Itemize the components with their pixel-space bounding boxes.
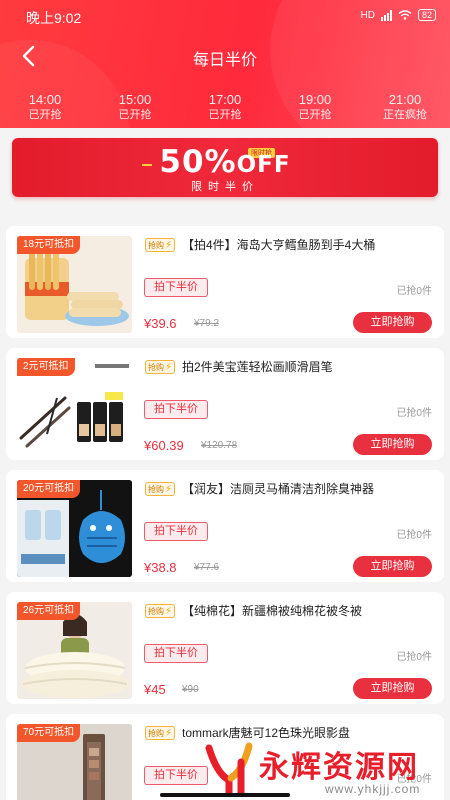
lightning-icon: ⚡ [165, 239, 173, 251]
grabbed-count: 已抢0件 [396, 286, 432, 297]
site-watermark: 永辉资源网 www.yhkjjj.com [195, 738, 450, 800]
lightning-icon: ⚡ [165, 605, 173, 617]
tab-1400[interactable]: 14:00 已开抢 [0, 92, 90, 123]
page-title: 每日半价 [192, 52, 257, 69]
promo-banner[interactable]: 限时抢 50%OFF 限时半价 [12, 138, 438, 197]
time-tabs: 14:00 已开抢 15:00 已开抢 17:00 已开抢 19:00 已开抢 21:0… [0, 92, 450, 123]
grabbed-count: 已抢0件 [396, 530, 432, 541]
original-price: ¥120.78 [201, 440, 238, 451]
original-price: ¥79.2 [194, 318, 220, 329]
fish-sausage-image: 18元可抵扣 [17, 236, 132, 333]
product-title[interactable]: 拍2件美宝莲轻松画顺滑眉笔 [182, 358, 432, 376]
flash-sale-tag: 抢购 ⚡ [145, 482, 176, 496]
product-card[interactable]: 26元可抵扣 抢购 ⚡ 【纯棉花】新疆棉被纯棉花被冬被 拍下半价 已抢0件 ¥45… [6, 592, 444, 704]
tab-1900[interactable]: 19:00 已开抢 [270, 92, 360, 123]
lightning-icon: ⚡ [165, 483, 173, 495]
header: 晚上9:02 HD 82 每日半价 14:00 已开抢 15:00 已开抢 17:0… [0, 0, 450, 128]
coupon-badge: 2元可抵扣 [17, 358, 75, 376]
sale-price: ¥39.6 [144, 316, 177, 331]
watermark-logo-icon [205, 742, 253, 796]
product-card[interactable]: 2元可抵扣 抢购 ⚡ 拍2件美宝莲轻松画顺滑眉笔 拍下半价 已抢0件 ¥60.39… [6, 348, 444, 460]
product-card[interactable]: 20元可抵扣 抢购 ⚡ 【润友】洁厕灵马桶清洁剂除臭神器 拍下半价 已抢0件 ¥3… [6, 470, 444, 582]
tab-1500[interactable]: 15:00 已开抢 [90, 92, 180, 123]
buy-now-button[interactable]: 立即抢购 [353, 678, 432, 699]
sale-price: ¥45 [144, 682, 166, 697]
tab-2100[interactable]: 21:00 正在疯抢 [360, 92, 450, 123]
original-price: ¥77.6 [194, 562, 220, 573]
half-price-badge: 拍下半价 [144, 522, 208, 541]
half-price-badge: 拍下半价 [144, 644, 208, 663]
half-price-badge: 拍下半价 [144, 278, 208, 297]
eyeshadow-palette-image: 70元可抵扣 [17, 724, 132, 800]
product-title[interactable]: 【润友】洁厕灵马桶清洁剂除臭神器 [182, 480, 432, 498]
banner-headline: 50%OFF [159, 144, 291, 180]
tab-1700[interactable]: 17:00 已开抢 [180, 92, 270, 123]
battery-icon: 82 [417, 9, 436, 21]
flash-sale-tag: 抢购 ⚡ [145, 604, 176, 618]
banner-subtitle: 限时半价 [191, 181, 259, 193]
signal-icon [380, 9, 392, 21]
watermark-url: www.yhkjjj.com [325, 782, 421, 796]
buy-now-button[interactable]: 立即抢购 [353, 312, 432, 333]
lightning-icon: ⚡ [165, 361, 173, 373]
cotton-quilt-image: 26元可抵扣 [17, 602, 132, 699]
coupon-badge: 20元可抵扣 [17, 480, 81, 498]
product-title[interactable]: 【纯棉花】新疆棉被纯棉花被冬被 [182, 602, 432, 620]
grabbed-count: 已抢0件 [396, 652, 432, 663]
lightning-icon: ⚡ [165, 727, 173, 739]
flash-sale-tag: 抢购 ⚡ [145, 360, 176, 374]
coupon-badge: 18元可抵扣 [17, 236, 81, 254]
toilet-cleaner-image: 20元可抵扣 [17, 480, 132, 577]
sale-price: ¥60.39 [144, 438, 184, 453]
nav-bar: 每日半价 [0, 38, 450, 74]
sale-price: ¥38.8 [144, 560, 177, 575]
wifi-icon [398, 10, 412, 20]
product-title[interactable]: 【拍4件】海岛大亨鳕鱼肠到手4大桶 [182, 236, 432, 254]
grabbed-count: 已抢0件 [396, 408, 432, 419]
network-type: HD [360, 9, 375, 21]
coupon-badge: 70元可抵扣 [17, 724, 81, 742]
buy-now-button[interactable]: 立即抢购 [353, 434, 432, 455]
status-icons: HD 82 [361, 9, 436, 21]
coupon-badge: 26元可抵扣 [17, 602, 81, 620]
eyebrow-pencil-image: 2元可抵扣 [17, 358, 132, 455]
home-indicator[interactable] [160, 793, 290, 797]
status-bar: 晚上9:02 HD 82 [0, 0, 450, 32]
flash-sale-tag: 抢购 ⚡ [145, 726, 176, 740]
watermark-text: 永辉资源网 [259, 750, 419, 785]
buy-now-button[interactable]: 立即抢购 [353, 556, 432, 577]
half-price-badge: 拍下半价 [144, 400, 208, 419]
flash-sale-tag: 抢购 ⚡ [145, 238, 176, 252]
status-time: 晚上9:02 [26, 10, 82, 26]
original-price: ¥90 [182, 684, 199, 695]
product-card[interactable]: 18元可抵扣 抢购 ⚡ 【拍4件】海岛大亨鳕鱼肠到手4大桶 拍下半价 已抢0件 ¥… [6, 226, 444, 338]
